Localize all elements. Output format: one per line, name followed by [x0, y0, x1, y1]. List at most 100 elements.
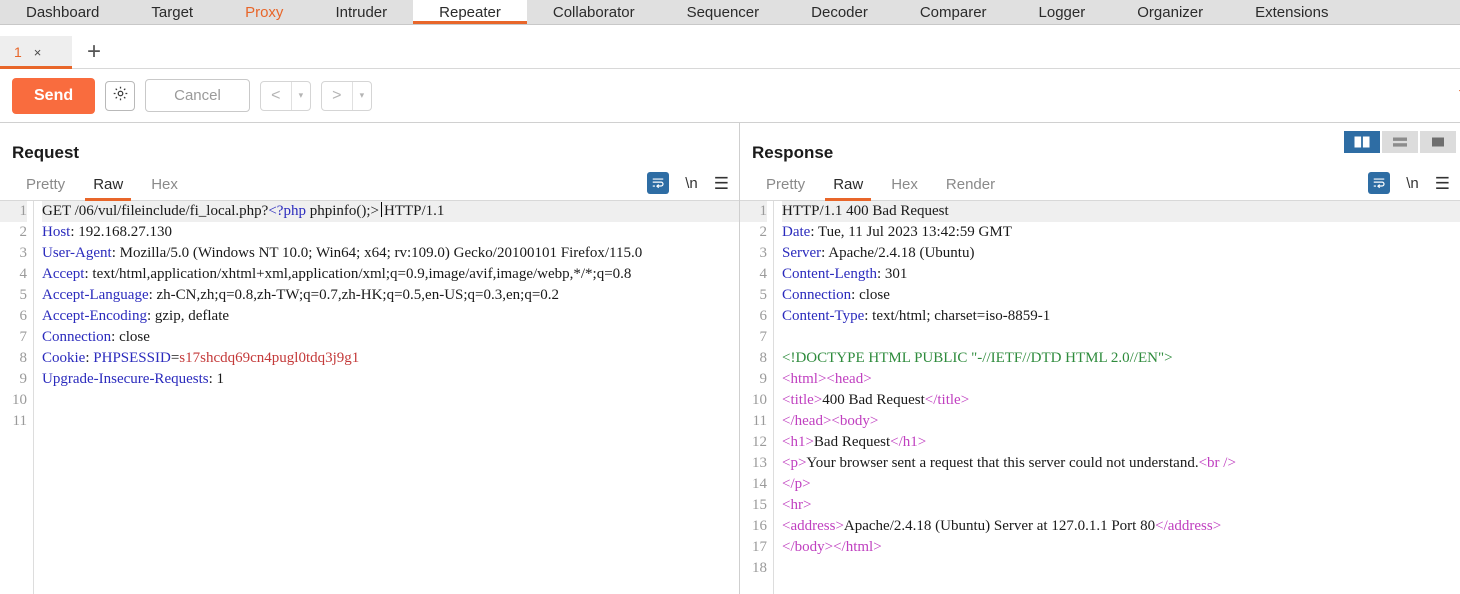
layout-single-button[interactable] [1420, 131, 1456, 153]
suite-tab-organizer[interactable]: Organizer [1111, 0, 1229, 24]
code-token: HTTP/1.1 [384, 203, 445, 219]
code-token: Host [42, 224, 71, 240]
line-number: 6 [19, 308, 28, 324]
suite-tab-collaborator[interactable]: Collaborator [527, 0, 661, 24]
code-line: <!DOCTYPE HTML PUBLIC "-//IETF//DTD HTML… [782, 348, 1460, 369]
code-token: <h1> [782, 434, 814, 450]
code-line: <p>Your browser sent a request that this… [782, 453, 1460, 474]
code-token: : 192.168.27.130 [70, 224, 173, 240]
request-tab-hex[interactable]: Hex [137, 176, 192, 200]
suite-tab-proxy[interactable]: Proxy [219, 0, 309, 24]
code-token: = [170, 350, 180, 366]
code-token: : Apache/2.4.18 (Ubuntu) [821, 245, 975, 261]
code-token: : Tue, 11 Jul 2023 13:42:59 GMT [810, 224, 1012, 240]
request-content[interactable]: GET /06/vul/fileinclude/fi_local.php?<?p… [34, 201, 739, 594]
line-number: 4 [19, 266, 28, 282]
newline-toggle-icon[interactable]: \n [685, 175, 698, 192]
suite-tab-intruder[interactable]: Intruder [309, 0, 413, 24]
suite-tab-extensions[interactable]: Extensions [1229, 0, 1354, 24]
code-token: <!DOCTYPE HTML PUBLIC "-//IETF//DTD HTML… [782, 350, 1173, 366]
line-number: 1 [0, 201, 27, 222]
line-number: 16 [752, 518, 767, 534]
back-nav-button[interactable]: < ▾ [259, 80, 311, 111]
settings-button[interactable] [105, 80, 136, 111]
code-token: : text/html; charset=iso-8859-1 [864, 308, 1051, 324]
line-number: 8 [759, 350, 768, 366]
code-token: Connection [782, 287, 852, 303]
line-number: 11 [752, 413, 767, 429]
layout-stacked-button[interactable] [1382, 131, 1418, 153]
suite-tab-decoder[interactable]: Decoder [785, 0, 894, 24]
response-menu-icon[interactable]: ☰ [1435, 175, 1450, 192]
code-line: Host: 192.168.27.130 [42, 222, 739, 243]
code-line: </head><body> [782, 411, 1460, 432]
response-tab-hex[interactable]: Hex [877, 176, 932, 200]
line-number: 15 [752, 497, 767, 513]
code-token: : 301 [876, 266, 908, 282]
word-wrap-icon[interactable] [1368, 172, 1391, 194]
request-pane: Request Pretty Raw Hex \n ☰ 1 2 3 4 5 6 7 8 9 10 11 … [0, 123, 740, 594]
line-number: 1 [740, 201, 767, 222]
cancel-button[interactable]: Cancel [145, 79, 250, 112]
toolbar-right-region: T [1451, 69, 1460, 122]
suite-tabbar: Dashboard Target Proxy Intruder Repeater Coll… [0, 0, 1460, 25]
suite-tab-repeater[interactable]: Repeater [413, 0, 527, 24]
suite-tab-target[interactable]: Target [125, 0, 219, 24]
code-token: : Mozilla/5.0 (Windows NT 10.0; Win64; x… [111, 245, 643, 261]
repeater-tabstrip: 1 × + [0, 25, 1460, 69]
code-token: Content-Type [782, 308, 865, 324]
line-number: 9 [759, 371, 768, 387]
word-wrap-icon[interactable] [647, 172, 670, 194]
code-token: </p> [782, 476, 811, 492]
newline-toggle-icon[interactable]: \n [1406, 175, 1419, 192]
response-editor[interactable]: 1 2 3 4 5 6 7 8 9 10 11 12 13 14 15 16 17 18 HTTP/1.1 400… [740, 201, 1460, 594]
response-tab-raw[interactable]: Raw [819, 176, 877, 201]
repeater-tab-1[interactable]: 1 × [0, 36, 72, 69]
text-cursor [381, 202, 382, 217]
code-line: Connection: close [782, 285, 1460, 306]
code-token: : close [111, 329, 150, 345]
request-tab-pretty[interactable]: Pretty [12, 176, 79, 200]
code-token: </body></html> [782, 539, 882, 555]
response-content[interactable]: HTTP/1.1 400 Bad Request Date: Tue, 11 Ju… [774, 201, 1460, 594]
request-editor[interactable]: 1 2 3 4 5 6 7 8 9 10 11 GET /06/vul/fileinclude/fi… [0, 201, 739, 594]
code-line: <hr> [782, 495, 1460, 516]
suite-tab-comparer[interactable]: Comparer [894, 0, 1013, 24]
code-token: </title> [924, 392, 970, 408]
forward-nav-button[interactable]: > ▾ [320, 80, 372, 111]
code-token: : 1 [208, 371, 225, 387]
line-number: 5 [759, 287, 768, 303]
code-token: Upgrade-Insecure-Requests [42, 371, 209, 387]
suite-tab-dashboard[interactable]: Dashboard [0, 0, 125, 24]
add-repeater-tab-button[interactable]: + [72, 36, 116, 68]
code-line: Content-Type: text/html; charset=iso-885… [782, 306, 1460, 327]
line-number: 9 [19, 371, 28, 387]
code-token: : gzip, deflate [146, 308, 230, 324]
code-line: User-Agent: Mozilla/5.0 (Windows NT 10.0… [42, 243, 739, 264]
line-number: 2 [19, 224, 28, 240]
back-caret-icon[interactable]: ▾ [292, 82, 310, 110]
repeater-toolbar: Send Cancel < ▾ > ▾ T [0, 69, 1460, 123]
request-menu-icon[interactable]: ☰ [714, 175, 729, 192]
request-tab-raw[interactable]: Raw [79, 176, 137, 201]
code-line: </p> [782, 474, 1460, 495]
line-number: 14 [752, 476, 767, 492]
close-icon[interactable]: × [34, 45, 42, 60]
layout-toggle-group [1344, 131, 1456, 153]
layout-side-by-side-button[interactable] [1344, 131, 1380, 153]
code-token: : text/html,application/xhtml+xml,applic… [84, 266, 632, 282]
forward-caret-icon[interactable]: ▾ [353, 82, 371, 110]
suite-tab-logger[interactable]: Logger [1013, 0, 1112, 24]
response-tab-pretty[interactable]: Pretty [752, 176, 819, 200]
code-token: Server [782, 245, 822, 261]
code-line: Connection: close [42, 327, 739, 348]
code-token: Your browser sent a request that this se… [806, 455, 1199, 471]
suite-tab-sequencer[interactable]: Sequencer [661, 0, 786, 24]
code-line: Content-Length: 301 [782, 264, 1460, 285]
code-line: <title>400 Bad Request</title> [782, 390, 1460, 411]
code-token: <title> [782, 392, 823, 408]
send-button[interactable]: Send [12, 77, 96, 114]
response-tab-render[interactable]: Render [932, 176, 1009, 200]
